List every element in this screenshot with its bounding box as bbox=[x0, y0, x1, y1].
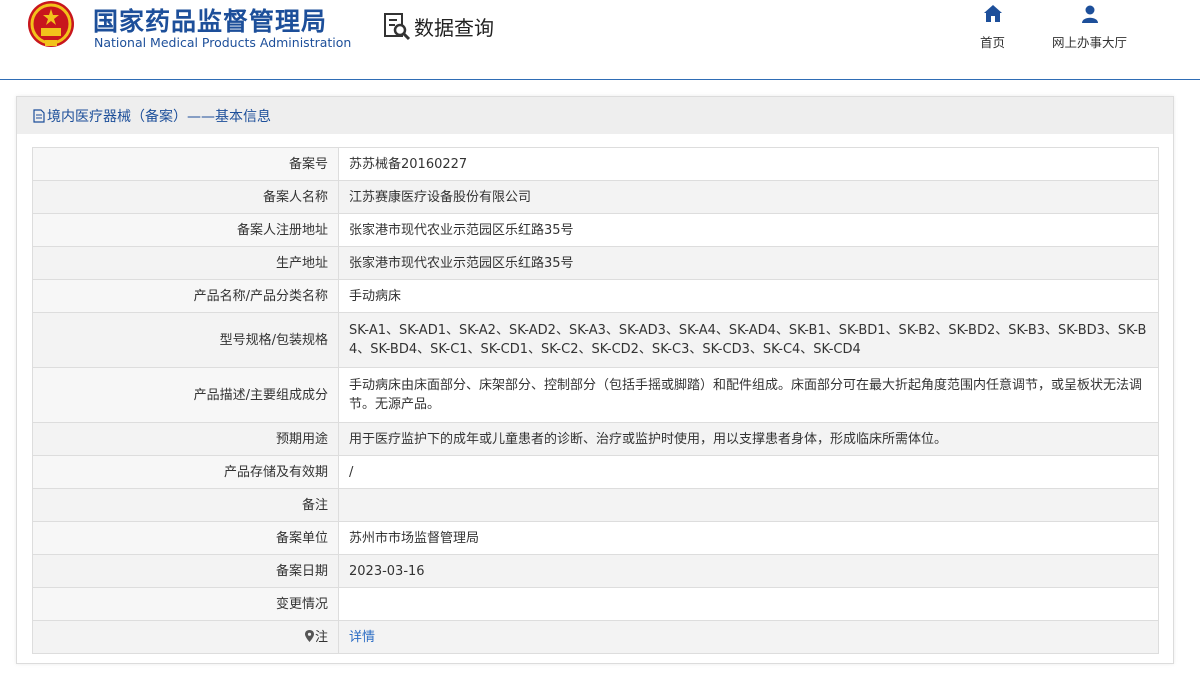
row-label: 产品存储及有效期 bbox=[32, 455, 339, 489]
national-emblem-icon bbox=[28, 1, 74, 47]
row-label: 预期用途 bbox=[32, 422, 339, 456]
row-value: / bbox=[338, 455, 1159, 489]
table-row: 产品名称/产品分类名称 手动病床 bbox=[32, 279, 1159, 313]
table-row: 备案日期 2023-03-16 bbox=[32, 554, 1159, 588]
panel-title: 境内医疗器械（备案）——基本信息 bbox=[47, 108, 271, 125]
table-row: 备案单位 苏州市市场监督管理局 bbox=[32, 521, 1159, 555]
table-row: 备注 bbox=[32, 488, 1159, 522]
nav-home-link[interactable]: 首页 bbox=[980, 4, 1005, 51]
nav-online-hall-link[interactable]: 网上办事大厅 bbox=[1052, 4, 1127, 51]
row-value bbox=[338, 587, 1159, 621]
table-row: 备案人注册地址 张家港市现代农业示范园区乐红路35号 bbox=[32, 213, 1159, 247]
row-value: 手动病床由床面部分、床架部分、控制部分（包括手摇或脚踏）和配件组成。床面部分可在… bbox=[338, 367, 1159, 423]
document-search-icon bbox=[384, 13, 411, 41]
row-value: 张家港市现代农业示范园区乐红路35号 bbox=[338, 213, 1159, 247]
details-link[interactable]: 详情 bbox=[349, 630, 375, 645]
table-row: 预期用途 用于医疗监护下的成年或儿童患者的诊断、治疗或监护时使用，用以支撑患者身… bbox=[32, 422, 1159, 456]
row-label-note: 注 bbox=[32, 620, 339, 654]
table-row: 备案号 苏苏械备20160227 bbox=[32, 147, 1159, 181]
row-value: 详情 bbox=[338, 620, 1159, 654]
row-value bbox=[338, 488, 1159, 522]
table-row: 产品描述/主要组成成分 手动病床由床面部分、床架部分、控制部分（包括手摇或脚踏）… bbox=[32, 367, 1159, 423]
table-row: 生产地址 张家港市现代农业示范园区乐红路35号 bbox=[32, 246, 1159, 280]
row-value: 用于医疗监护下的成年或儿童患者的诊断、治疗或监护时使用，用以支撑患者身体，形成临… bbox=[338, 422, 1159, 456]
nav-home-label: 首页 bbox=[980, 35, 1006, 50]
table-row: 变更情况 bbox=[32, 587, 1159, 621]
row-label: 变更情况 bbox=[32, 587, 339, 621]
location-pin-icon bbox=[304, 629, 314, 642]
note-label-text: 注 bbox=[314, 629, 328, 645]
home-icon bbox=[983, 5, 1002, 22]
row-label: 备案人注册地址 bbox=[32, 213, 339, 247]
table-row: 备案人名称 江苏赛康医疗设备股份有限公司 bbox=[32, 180, 1159, 214]
table-row: 产品存储及有效期 / bbox=[32, 455, 1159, 489]
document-icon bbox=[33, 108, 45, 123]
basic-info-panel: 境内医疗器械（备案）——基本信息 备案号 苏苏械备20160227 备案人名称 … bbox=[16, 96, 1174, 664]
row-label: 备案号 bbox=[32, 147, 339, 181]
data-query-title: 数据查询 bbox=[382, 10, 494, 42]
row-label: 生产地址 bbox=[32, 246, 339, 280]
row-label: 备案人名称 bbox=[32, 180, 339, 214]
row-label: 型号规格/包装规格 bbox=[32, 312, 339, 368]
brand-title-cn: 国家药品监督管理局 bbox=[93, 7, 328, 36]
row-value: 江苏赛康医疗设备股份有限公司 bbox=[338, 180, 1159, 214]
site-header: 国家药品监督管理局 National Medical Products Admi… bbox=[0, 0, 1200, 80]
row-value: 张家港市现代农业示范园区乐红路35号 bbox=[338, 246, 1159, 280]
row-label: 产品名称/产品分类名称 bbox=[32, 279, 339, 313]
user-icon bbox=[1081, 5, 1098, 23]
table-row: 型号规格/包装规格 SK-A1、SK-AD1、SK-A2、SK-AD2、SK-A… bbox=[32, 312, 1159, 368]
row-label: 备案日期 bbox=[32, 554, 339, 588]
row-value: SK-A1、SK-AD1、SK-A2、SK-AD2、SK-A3、SK-AD3、S… bbox=[338, 312, 1159, 368]
data-query-label: 数据查询 bbox=[414, 15, 494, 40]
row-value: 苏州市市场监督管理局 bbox=[338, 521, 1159, 555]
basic-info-table: 备案号 苏苏械备20160227 备案人名称 江苏赛康医疗设备股份有限公司 备案… bbox=[32, 147, 1159, 654]
row-value: 2023-03-16 bbox=[338, 554, 1159, 588]
row-label: 备案单位 bbox=[32, 521, 339, 555]
brand-title-en: National Medical Products Administration bbox=[94, 35, 352, 50]
table-row: 注 详情 bbox=[32, 620, 1159, 654]
row-label: 产品描述/主要组成成分 bbox=[32, 367, 339, 423]
panel-header: 境内医疗器械（备案）——基本信息 bbox=[17, 97, 1173, 134]
row-value: 苏苏械备20160227 bbox=[338, 147, 1159, 181]
row-label: 备注 bbox=[32, 488, 339, 522]
row-value: 手动病床 bbox=[338, 279, 1159, 313]
nav-online-hall-label: 网上办事大厅 bbox=[1052, 35, 1128, 50]
